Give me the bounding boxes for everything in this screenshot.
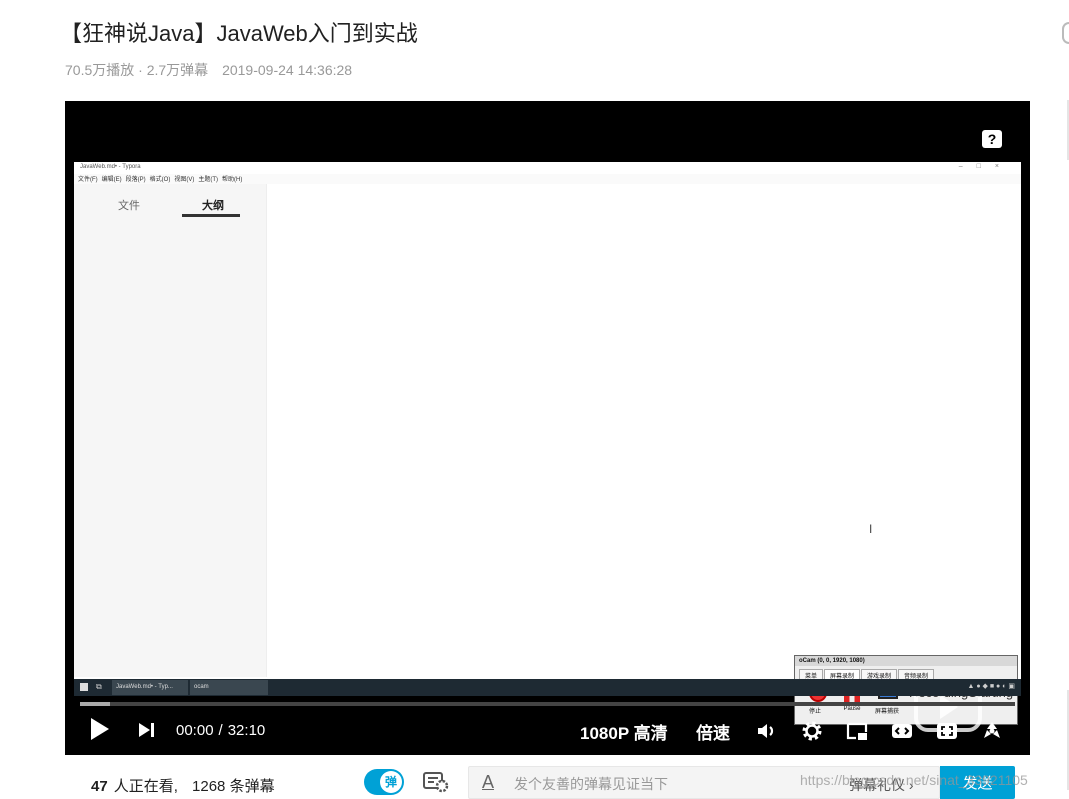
inner-menu-item: 编辑(E): [101, 177, 122, 183]
danmaku-total: 1268: [192, 778, 226, 795]
play-icon[interactable]: [91, 718, 109, 740]
inner-taskbar: ⧉ JavaWeb.md• - Typ... ocam ▲ ● ◆ ■ ● ◐ …: [74, 679, 1021, 696]
tab-underline: [182, 214, 240, 217]
danmaku-toggle[interactable]: 弹: [364, 769, 404, 795]
settings-gear-icon[interactable]: [800, 719, 824, 743]
ocam-button-label: 屏幕捕获: [874, 709, 899, 715]
viewer-info: 47 人正在看, 1268 条弹幕: [91, 775, 275, 796]
play-count: 70.5万播放: [65, 62, 135, 78]
inner-menu-item: 段落(P): [125, 177, 146, 183]
inner-menu-item: 主题(T): [198, 177, 219, 183]
danmaku-input[interactable]: [512, 773, 836, 795]
video-title: 【狂神说Java】JavaWeb入门到实战: [60, 21, 418, 46]
inner-menubar: 文件(F) 编辑(E) 段落(P) 格式(O) 视图(V) 主题(T) 帮助(H): [74, 174, 1021, 184]
video-meta: 70.5万播放 · 2.7万弹幕 2019-09-24 14:36:28: [65, 62, 353, 78]
video-frame: JavaWeb.md• - Typora –□× 文件(F) 编辑(E) 段落(P)…: [74, 162, 1021, 732]
danmaku-label: 条弹幕: [229, 778, 275, 795]
danmaku-count: 2.7万弹幕: [146, 62, 209, 78]
ocam-button-label: Pause: [843, 706, 861, 712]
video-player[interactable]: ? JavaWeb.md• - Typora –□× 文件(F) 编辑(E) 段落(…: [65, 101, 1030, 755]
window-controls-icon: –□×: [958, 163, 1013, 170]
current-time: 00:00: [176, 722, 214, 739]
quality-button[interactable]: 1080P 高清: [580, 719, 668, 744]
source-watermark: https://blog.csdn.net/sinat_33921105: [800, 772, 1028, 788]
volume-icon[interactable]: [755, 719, 779, 743]
text-cursor-icon: I: [869, 522, 873, 536]
system-tray-icon: ▲ ● ◆ ■ ● ◐ ▣: [967, 683, 1015, 690]
text-style-icon[interactable]: A: [482, 772, 494, 793]
ocam-button-label: 停止: [808, 709, 821, 715]
duration: 32:10: [227, 722, 266, 739]
speed-button[interactable]: 倍速: [696, 719, 730, 744]
inner-tab-file: 文件: [118, 200, 140, 212]
taskbar-item: ocam: [190, 680, 268, 695]
inner-window-titlebar: JavaWeb.md• - Typora –□×: [74, 162, 1021, 174]
inner-tab-outline: 大纲: [202, 200, 224, 212]
taskbar-item: JavaWeb.md• - Typ...: [112, 680, 188, 695]
inner-menu-item: 视图(V): [174, 177, 195, 183]
time-separator: /: [218, 722, 223, 739]
inner-window-title: JavaWeb.md• - Typora: [80, 164, 141, 170]
fullscreen-icon[interactable]: [980, 719, 1004, 743]
inner-menu-item: 文件(F): [78, 177, 98, 183]
progress-bar[interactable]: [80, 702, 1015, 706]
help-icon[interactable]: ?: [982, 130, 1002, 148]
progress-buffer: [80, 702, 110, 706]
next-episode-icon[interactable]: [139, 722, 155, 738]
time-display: 00:00/32:10: [176, 722, 265, 739]
inner-menu-item: 帮助(H): [222, 177, 243, 183]
widescreen-icon[interactable]: [890, 719, 914, 743]
web-fullscreen-icon[interactable]: [935, 719, 959, 743]
danmaku-toggle-knob: 弹: [380, 771, 402, 793]
viewer-label: 人正在看,: [113, 778, 178, 795]
danmaku-settings-icon[interactable]: [423, 771, 449, 793]
edge-decoration: [1062, 22, 1069, 44]
task-view-icon: ⧉: [96, 682, 102, 691]
inner-menu-item: 格式(O): [149, 177, 171, 183]
windows-start-icon: [80, 683, 88, 691]
viewer-count: 47: [91, 778, 108, 795]
publish-date: 2019-09-24 14:36:28: [222, 62, 353, 78]
ocam-title: oCam (0, 0, 1920, 1080): [795, 656, 1017, 666]
picture-in-picture-icon[interactable]: [845, 719, 869, 743]
inner-sidebar: 文件 大纲: [74, 184, 267, 677]
